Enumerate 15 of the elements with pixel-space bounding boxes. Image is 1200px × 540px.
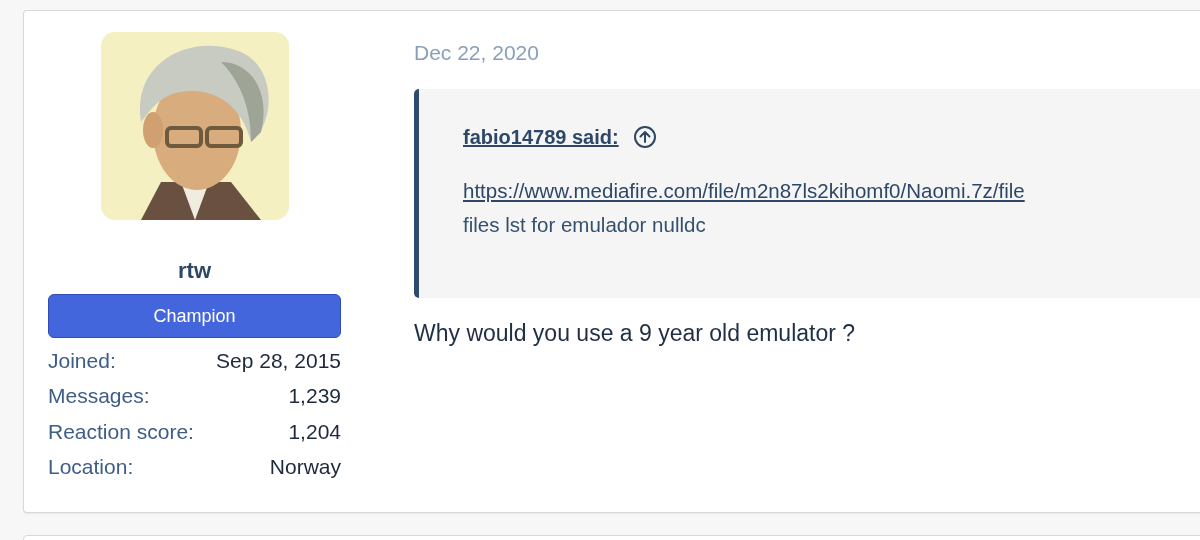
stat-label: Joined: <box>48 348 116 373</box>
stat-label: Reaction score: <box>48 419 194 444</box>
url-link[interactable]: https://www.mediafire.com/file/m2n87ls2kihomf0/Naomi.7z/file <box>463 179 1025 203</box>
stat-value: 1,239 <box>288 384 341 409</box>
stat-value: Norway <box>269 455 341 480</box>
message-text: Why would you use a 9 year old emulator ? <box>414 320 856 347</box>
quote-text: files lst for emulador nulldc <box>463 213 706 237</box>
stat-value: Sep 28, 2015 <box>216 348 341 373</box>
arrow-up-circle-icon[interactable] <box>632 125 657 149</box>
username[interactable]: rtw <box>48 258 341 284</box>
user-title-badge: Champion <box>48 294 341 338</box>
quote-author-link[interactable]: fabio14789 said: <box>463 125 619 149</box>
stat-value: 1,204 <box>288 419 341 444</box>
stat-label: Location: <box>48 455 134 480</box>
stat-label: Messages: <box>48 384 150 409</box>
